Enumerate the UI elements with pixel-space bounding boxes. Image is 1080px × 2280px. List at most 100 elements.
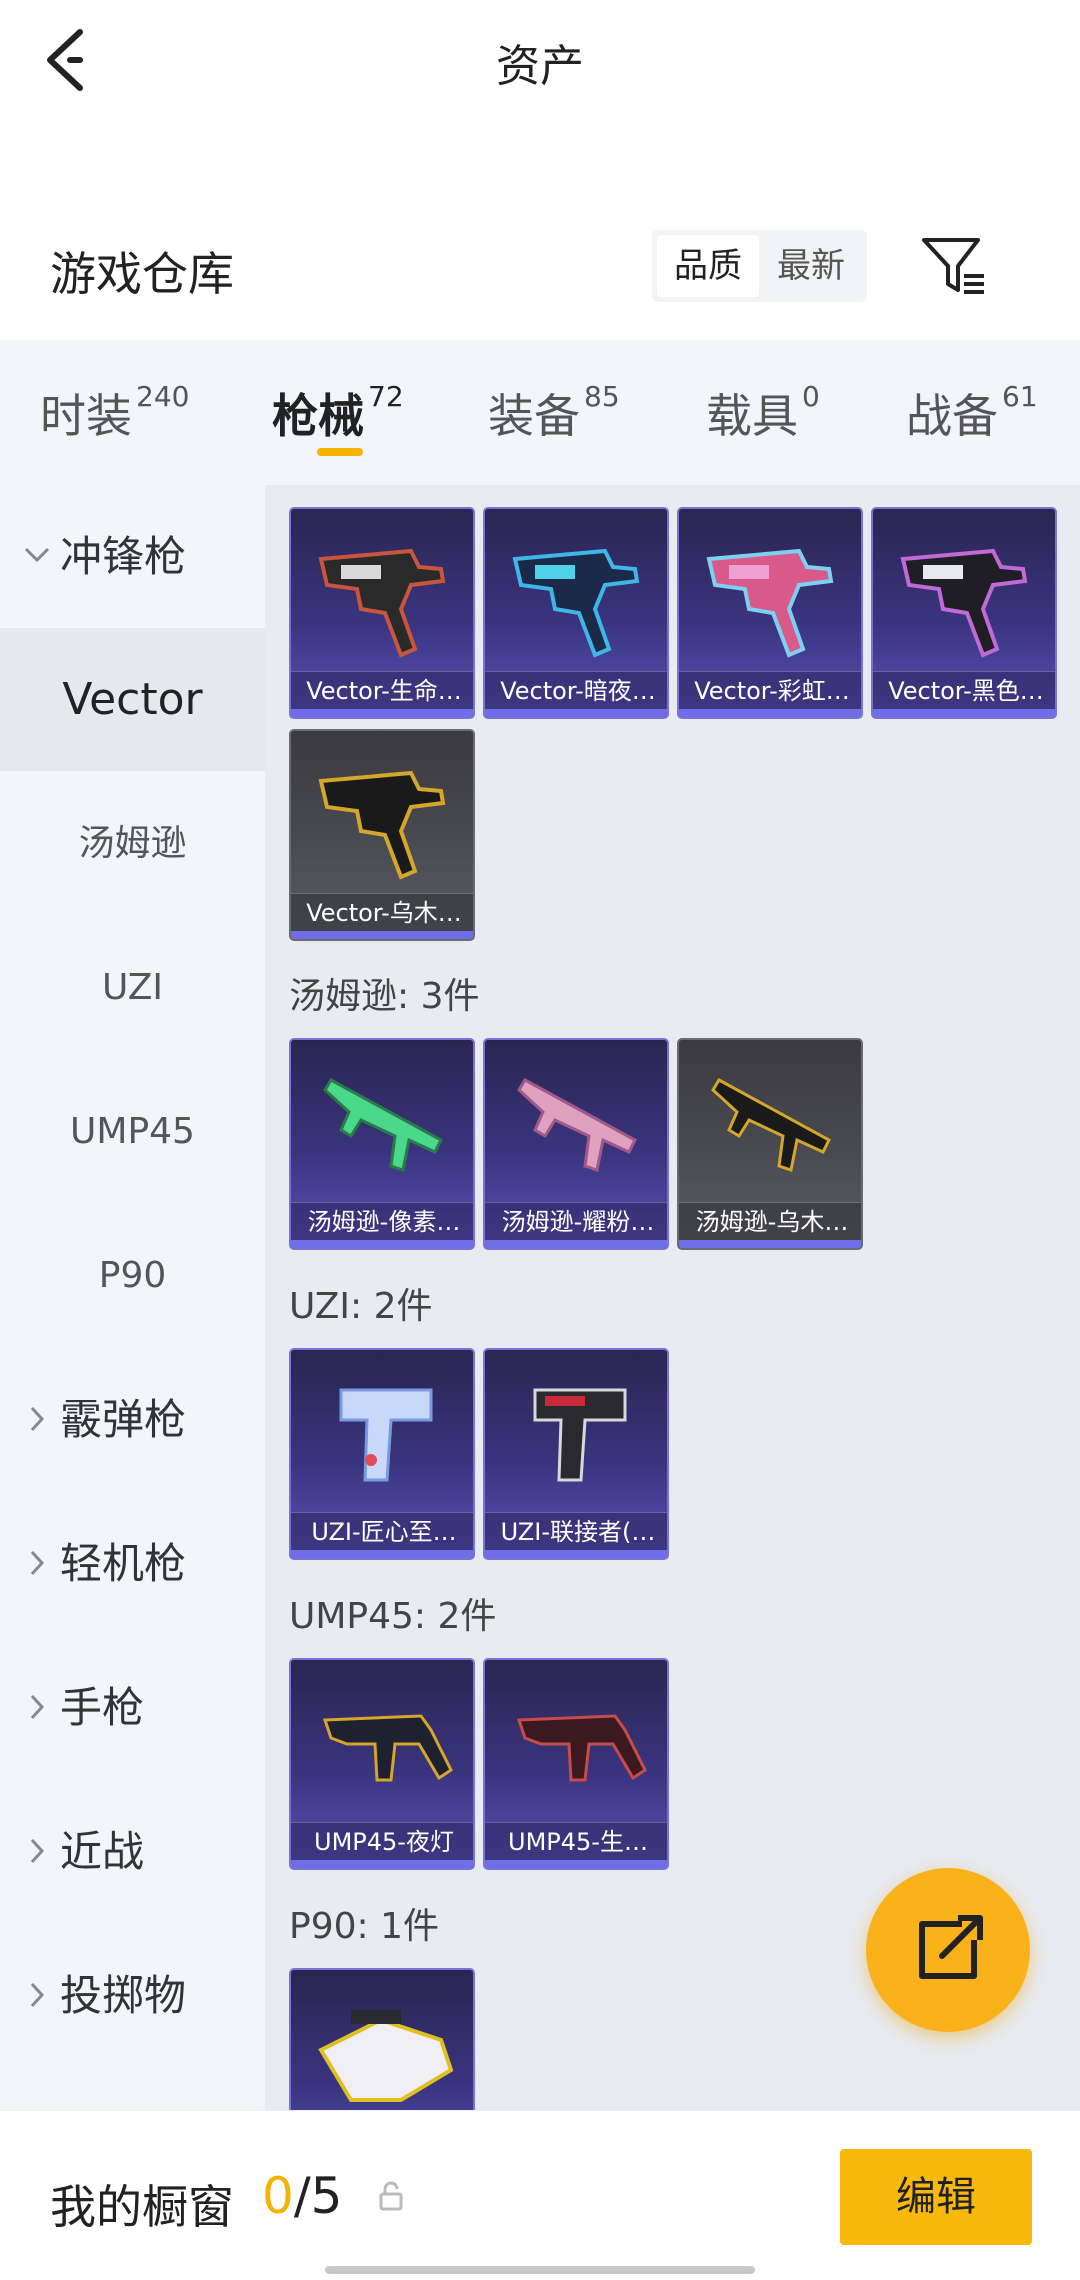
sort-toggle: 品质 最新 (652, 230, 867, 302)
rarity-bar (485, 1550, 667, 1558)
sidebar-item-p90[interactable]: P90 (0, 1204, 265, 1347)
smg-icon (322, 1714, 453, 1782)
smg-icon (512, 548, 640, 658)
tab-label: 装备 (488, 389, 580, 443)
tab-label: 载具 (706, 389, 798, 443)
skin-name: Vector-生命… (291, 671, 473, 709)
skin-name: Vector-乌木… (291, 893, 473, 931)
skin-name: Vector-暗夜… (485, 671, 667, 709)
rarity-bar (291, 1860, 473, 1868)
rarity-bar (291, 931, 473, 939)
showcase-bar: 我的橱窗 0/5 编辑 (0, 2110, 1080, 2280)
smg-icon (318, 770, 446, 880)
section-title: 汤姆逊: 3件 (289, 976, 480, 1017)
skin-card[interactable]: 汤姆逊-耀粉… (483, 1038, 669, 1250)
sidebar-item-thompson[interactable]: 汤姆逊 (0, 772, 265, 915)
sidebar-item-label: 汤姆逊 (78, 823, 187, 864)
top-bar: 资产 (0, 0, 1080, 120)
sidebar-item-label: UZI (102, 967, 163, 1008)
page-title: 资产 (496, 41, 584, 92)
skin-card[interactable]: UZI-联接者(… (483, 1348, 669, 1560)
smg-icon (318, 548, 446, 658)
sidebar-item-smg[interactable]: 冲锋枪 (0, 485, 265, 628)
chevron-right-icon (30, 1406, 45, 1432)
rarity-bar (291, 1240, 473, 1248)
sidebar-item-label: 近战 (60, 1827, 145, 1876)
sidebar-item-label: 投掷物 (60, 1971, 187, 2020)
warehouse-title: 游戏仓库 (50, 247, 234, 301)
sidebar-item-throwable[interactable]: 投掷物 (0, 1924, 265, 2067)
skin-name: 汤姆逊-乌木… (679, 1202, 861, 1240)
chevron-down-icon (24, 547, 50, 563)
smg-icon (516, 1714, 647, 1782)
skin-card[interactable]: 汤姆逊-乌木… (677, 1038, 863, 1250)
skin-card[interactable] (289, 1968, 475, 2110)
weapon-skin-grid: Vector-生命… Vector-暗夜… Vector-彩虹… Vector-… (265, 485, 1080, 2110)
section-title: UMP45: 2件 (289, 1596, 497, 1637)
skin-card[interactable]: 汤姆逊-像素… (289, 1038, 475, 1250)
filter-icon[interactable] (918, 232, 988, 302)
sort-quality-option[interactable]: 品质 (657, 235, 759, 297)
rarity-bar (291, 1550, 473, 1558)
tab-label: 战备 (906, 389, 998, 443)
sidebar-item-label: P90 (98, 1255, 167, 1296)
tab-vehicles[interactable]: 载具 0 (706, 380, 820, 446)
tab-count: 72 (368, 380, 404, 413)
sort-newest-option[interactable]: 最新 (760, 235, 862, 297)
pistol-icon (339, 1388, 433, 1482)
skin-name: UZI-匠心至… (291, 1512, 473, 1550)
sidebar-item-uzi[interactable]: UZI (0, 916, 265, 1059)
section-title: P90: 1件 (289, 1906, 439, 1947)
skin-name: Vector-黑色… (873, 671, 1055, 709)
share-button[interactable] (866, 1868, 1030, 2032)
pistol-icon (533, 1388, 627, 1482)
skin-card[interactable]: Vector-乌木… (289, 729, 475, 941)
skin-card[interactable]: Vector-彩虹… (677, 507, 863, 719)
skin-name: 汤姆逊-耀粉… (485, 1202, 667, 1240)
smg-icon (318, 2010, 454, 2102)
tab-label: 枪械 (272, 389, 364, 443)
tab-supplies[interactable]: 战备 61 (906, 380, 1038, 446)
skin-card[interactable]: Vector-黑色… (871, 507, 1057, 719)
skin-card[interactable]: UMP45-夜灯 (289, 1658, 475, 1870)
rarity-bar (291, 709, 473, 717)
showcase-total: /5 (293, 2167, 343, 2225)
sidebar-item-lmg[interactable]: 轻机枪 (0, 1492, 265, 1635)
tab-count: 0 (802, 380, 820, 413)
rifle-icon (711, 1077, 831, 1172)
tab-fashion[interactable]: 时装 240 (40, 380, 189, 446)
sidebar-item-melee[interactable]: 近战 (0, 1780, 265, 1923)
sidebar-item-shotgun[interactable]: 霰弹枪 (0, 1348, 265, 1491)
skin-card[interactable]: UMP45-生… (483, 1658, 669, 1870)
tab-firearms[interactable]: 枪械 72 (272, 380, 404, 446)
skin-name: UMP45-夜灯 (291, 1822, 473, 1860)
category-tabs: 时装 240 枪械 72 装备 85 载具 0 战备 61 (0, 340, 1080, 485)
rarity-bar (679, 1240, 861, 1248)
rarity-bar (485, 1860, 667, 1868)
showcase-label: 我的橱窗 (50, 2180, 234, 2234)
sidebar-item-pistol[interactable]: 手枪 (0, 1636, 265, 1779)
skin-card[interactable]: UZI-匠心至… (289, 1348, 475, 1560)
section-title: UZI: 2件 (289, 1286, 433, 1327)
rarity-bar (485, 709, 667, 717)
rifle-icon (517, 1077, 637, 1172)
skin-card[interactable]: Vector-暗夜… (483, 507, 669, 719)
sidebar-item-ump45[interactable]: UMP45 (0, 1060, 265, 1203)
sidebar-item-vector[interactable]: Vector (0, 628, 265, 771)
chevron-right-icon (30, 1838, 45, 1864)
smg-icon (706, 548, 834, 658)
rarity-bar (873, 709, 1055, 717)
sidebar-item-label: UMP45 (70, 1111, 195, 1152)
tab-count: 240 (136, 380, 190, 413)
home-indicator (325, 2266, 755, 2274)
skin-card[interactable]: Vector-生命… (289, 507, 475, 719)
tab-count: 61 (1002, 380, 1038, 413)
share-icon (919, 1915, 983, 1979)
tab-equipment[interactable]: 装备 85 (488, 380, 620, 446)
rifle-icon (323, 1077, 443, 1172)
edit-button[interactable]: 编辑 (840, 2149, 1032, 2245)
chevron-right-icon (30, 1550, 45, 1576)
skin-name: UZI-联接者(… (485, 1512, 667, 1550)
active-tab-indicator (317, 448, 363, 456)
rarity-bar (485, 1240, 667, 1248)
